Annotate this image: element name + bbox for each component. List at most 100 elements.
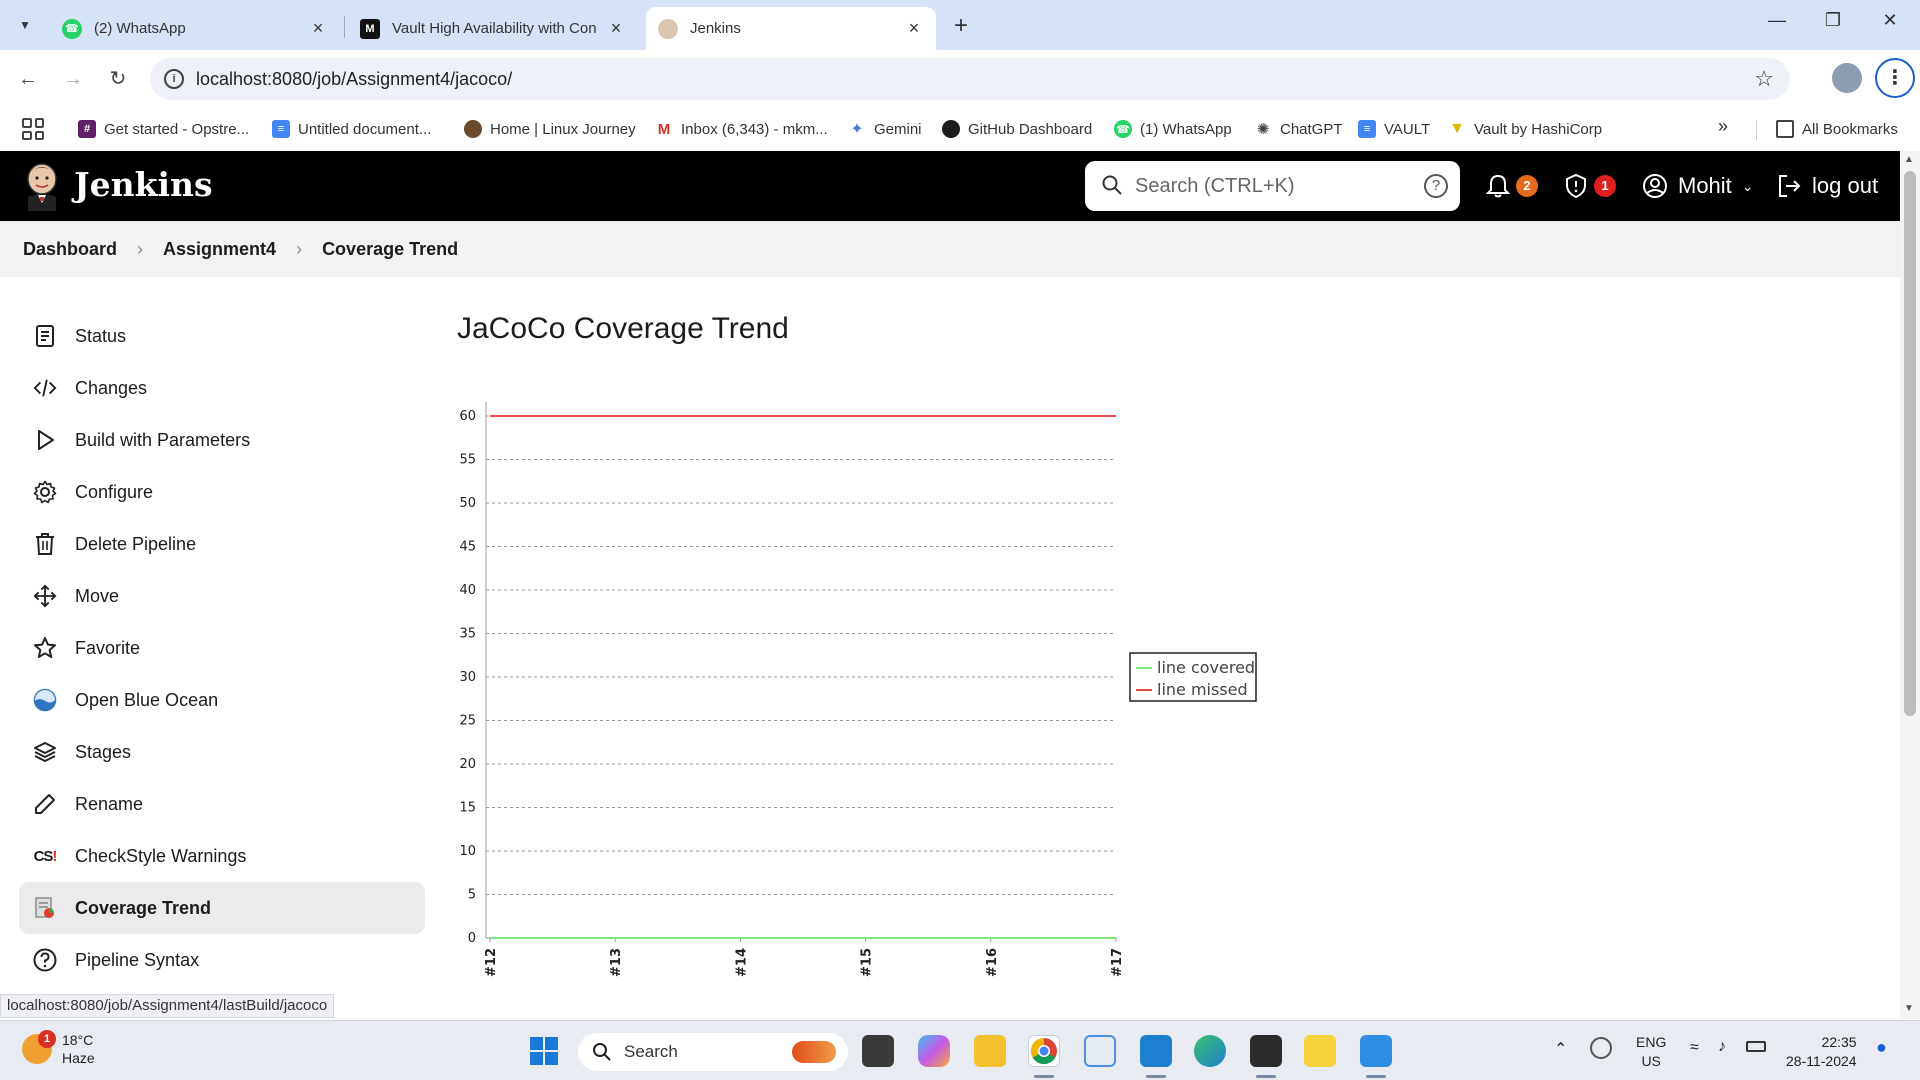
chrome-running-indicator (1034, 1075, 1054, 1078)
browser-profile-avatar[interactable] (1832, 63, 1862, 93)
weather-temperature: 18°C (62, 1032, 94, 1048)
sidebar-item-coverage-trend[interactable]: Coverage Trend (19, 882, 425, 934)
search-help-icon[interactable]: ? (1424, 174, 1448, 198)
sidebar-item-move[interactable]: Move (19, 570, 425, 622)
scrollbar-thumb[interactable] (1904, 171, 1916, 716)
x-tick-label: #13 (609, 948, 624, 977)
onedrive-icon[interactable] (1590, 1037, 1612, 1059)
jenkins-brand[interactable]: Jenkins (74, 165, 213, 204)
sidebar-item-checkstyle-warnings[interactable]: CS! CheckStyle Warnings (19, 830, 425, 882)
sidebar-item-delete-pipeline[interactable]: Delete Pipeline (19, 518, 425, 570)
sidebar-item-label: Open Blue Ocean (75, 689, 219, 710)
bookmark-item[interactable]: ☎ (1) WhatsApp (1114, 117, 1232, 141)
sidebar-item-rename[interactable]: Rename (19, 778, 425, 830)
weather-badge: 1 (38, 1030, 56, 1048)
user-menu[interactable]: Mohit ⌄ (1642, 169, 1754, 203)
close-icon[interactable]: × (904, 18, 924, 39)
breadcrumb-dashboard[interactable]: Dashboard (23, 239, 117, 260)
sidebar-item-open-blue-ocean[interactable]: Open Blue Ocean (19, 674, 425, 726)
scroll-up-arrow-icon[interactable]: ▲ (1904, 154, 1914, 165)
new-tab-button[interactable]: + (948, 12, 974, 40)
tab-jenkins[interactable]: Jenkins × (646, 7, 936, 50)
folder-icon (1776, 120, 1794, 138)
move-arrows-icon (33, 584, 57, 608)
edge-icon[interactable] (1194, 1035, 1226, 1067)
jenkins-icon (658, 18, 678, 39)
task-view-icon[interactable] (862, 1035, 894, 1067)
tab-whatsapp[interactable]: ☎ (2) WhatsApp × (50, 7, 340, 50)
jenkins-search-box: ? (1085, 161, 1460, 211)
weather-widget[interactable]: 1 18°C Haze (22, 1030, 95, 1067)
bookmark-label: (1) WhatsApp (1140, 120, 1232, 138)
bookmark-item[interactable]: ≡ VAULT (1358, 117, 1430, 141)
restore-icon[interactable]: ❐ (1813, 10, 1853, 31)
bookmark-item[interactable]: ✺ ChatGPT (1254, 117, 1343, 141)
y-tick-label: 15 (459, 801, 476, 816)
bookmark-item[interactable]: ≡ Untitled document... (272, 117, 431, 141)
security-warnings-button[interactable]: 1 (1564, 169, 1616, 203)
system-clock[interactable]: 22:35 28-11-2024 (1786, 1033, 1857, 1071)
minimize-icon[interactable]: — (1757, 10, 1797, 31)
sidebar-item-favorite[interactable]: Favorite (19, 622, 425, 674)
volume-icon[interactable]: ♪ (1718, 1038, 1726, 1056)
user-name: Mohit (1678, 173, 1732, 198)
apps-grid-icon[interactable] (22, 118, 44, 140)
windows-start-icon[interactable] (528, 1035, 560, 1067)
forward-arrow-icon[interactable]: → (58, 64, 88, 94)
y-tick-label: 60 (459, 409, 476, 424)
bookmark-item[interactable]: GitHub Dashboard (942, 117, 1092, 141)
page-scrollbar[interactable]: ▲ ▼ (1900, 151, 1920, 1019)
page-title: JaCoCo Coverage Trend (457, 312, 789, 345)
terminal-icon[interactable] (1250, 1035, 1282, 1067)
more-bookmarks-icon[interactable]: » (1718, 116, 1728, 137)
notification-bell-icon[interactable]: ● (1876, 1037, 1887, 1058)
search-icon (593, 1043, 611, 1061)
bookmark-item[interactable]: M Inbox (6,343) - mkm... (655, 117, 828, 141)
notifications-button[interactable]: 2 (1486, 169, 1538, 203)
battery-icon[interactable] (1746, 1041, 1766, 1052)
sidebar-item-build-with-parameters[interactable]: Build with Parameters (19, 414, 425, 466)
sidebar-item-configure[interactable]: Configure (19, 466, 425, 518)
window-close-icon[interactable]: ✕ (1870, 10, 1910, 31)
notepad-icon[interactable] (1360, 1035, 1392, 1067)
address-bar[interactable]: i localhost:8080/job/Assignment4/jacoco/… (150, 58, 1790, 100)
url-text[interactable]: localhost:8080/job/Assignment4/jacoco/ (196, 69, 512, 90)
document-icon (33, 324, 57, 348)
file-explorer-icon[interactable] (974, 1035, 1006, 1067)
jenkins-logo-icon[interactable] (22, 161, 62, 211)
chrome-icon[interactable] (1028, 1035, 1060, 1067)
snipping-tool-icon[interactable] (1084, 1035, 1116, 1067)
chevron-down-icon: ⌄ (1741, 177, 1754, 194)
search-input[interactable] (1135, 171, 1405, 201)
sidebar-item-status[interactable]: Status (19, 310, 425, 362)
bookmark-item[interactable]: ▼ Vault by HashiCorp (1448, 117, 1602, 141)
close-icon[interactable]: × (606, 18, 626, 39)
scroll-down-arrow-icon[interactable]: ▼ (1904, 1003, 1914, 1014)
sticky-notes-icon[interactable] (1304, 1035, 1336, 1067)
bookmark-star-icon[interactable]: ☆ (1754, 66, 1774, 92)
taskbar-search-box[interactable]: Search (578, 1033, 848, 1071)
reload-icon[interactable]: ↻ (103, 64, 133, 94)
back-arrow-icon[interactable]: ← (13, 64, 43, 94)
bookmark-item[interactable]: Home | Linux Journey (464, 117, 636, 141)
sidebar-item-stages[interactable]: Stages (19, 726, 425, 778)
bookmark-label: GitHub Dashboard (968, 120, 1093, 138)
logout-button[interactable]: log out (1776, 169, 1878, 203)
site-info-icon[interactable]: i (164, 69, 184, 89)
breadcrumb-assignment4[interactable]: Assignment4 (163, 239, 276, 260)
bookmark-item[interactable]: # Get started - Opstre... (78, 117, 249, 141)
close-icon[interactable]: × (308, 18, 328, 39)
language-indicator[interactable]: ENG US (1636, 1033, 1666, 1071)
vscode-icon[interactable] (1140, 1035, 1172, 1067)
breadcrumb-coverage-trend[interactable]: Coverage Trend (322, 239, 458, 260)
tab-vault-article[interactable]: M Vault High Availability with Con × (348, 7, 638, 50)
tray-overflow-chevron-icon[interactable]: ⌃ (1554, 1039, 1567, 1059)
wifi-icon[interactable]: ≈ (1690, 1039, 1699, 1057)
bookmark-item[interactable]: ✦ Gemini (848, 117, 922, 141)
browser-menu-icon[interactable]: ⋮ (1875, 58, 1915, 98)
all-bookmarks-button[interactable]: All Bookmarks (1776, 117, 1898, 141)
copilot-icon[interactable] (918, 1035, 950, 1067)
sidebar-item-pipeline-syntax[interactable]: Pipeline Syntax (19, 934, 425, 986)
sidebar-item-changes[interactable]: Changes (19, 362, 425, 414)
tab-search-dropdown-icon[interactable]: ▼ (12, 12, 38, 38)
